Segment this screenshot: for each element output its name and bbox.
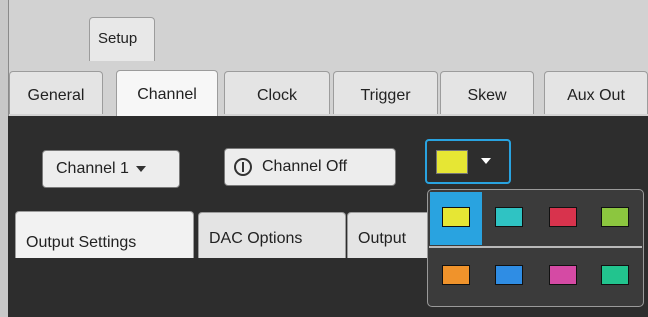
color-swatch-yellow[interactable] — [442, 207, 470, 227]
color-swatch-pink[interactable] — [549, 265, 577, 285]
tab-trigger[interactable]: Trigger — [333, 71, 438, 114]
tab-skew[interactable]: Skew — [440, 71, 534, 114]
color-swatch-green[interactable] — [601, 207, 629, 227]
tab-clock[interactable]: Clock — [224, 71, 330, 114]
color-swatch-emerald[interactable] — [601, 265, 629, 285]
channel-select-value: Channel 1 — [56, 160, 129, 177]
tab-output[interactable]: Output — [347, 212, 437, 258]
chevron-down-icon — [481, 158, 491, 164]
channel-off-label: Channel Off — [262, 158, 348, 175]
tab-aux-out[interactable]: Aux Out — [544, 71, 648, 114]
color-swatch-teal[interactable] — [495, 207, 523, 227]
selected-color-swatch — [436, 150, 468, 174]
color-palette-popup — [427, 189, 644, 307]
tab-setup[interactable]: Setup — [89, 17, 155, 61]
channel-select-dropdown[interactable]: Channel 1 — [42, 150, 180, 188]
chevron-down-icon — [135, 166, 146, 172]
color-swatch-blue[interactable] — [495, 265, 523, 285]
setup-window: Setup General Channel Clock Trigger Skew… — [0, 0, 648, 317]
color-picker-button[interactable] — [425, 139, 511, 184]
channel-off-button[interactable]: Channel Off — [224, 148, 396, 186]
palette-divider — [429, 246, 642, 248]
tab-dac-options[interactable]: DAC Options — [198, 212, 346, 258]
main-tab-strip: General Channel Clock Trigger Skew Aux O… — [8, 62, 648, 117]
power-icon — [234, 158, 252, 176]
tab-general[interactable]: General — [9, 71, 103, 114]
color-swatch-orange[interactable] — [442, 265, 470, 285]
tab-output-settings[interactable]: Output Settings — [15, 211, 194, 263]
color-swatch-red[interactable] — [549, 207, 577, 227]
tab-channel[interactable]: Channel — [116, 70, 218, 117]
